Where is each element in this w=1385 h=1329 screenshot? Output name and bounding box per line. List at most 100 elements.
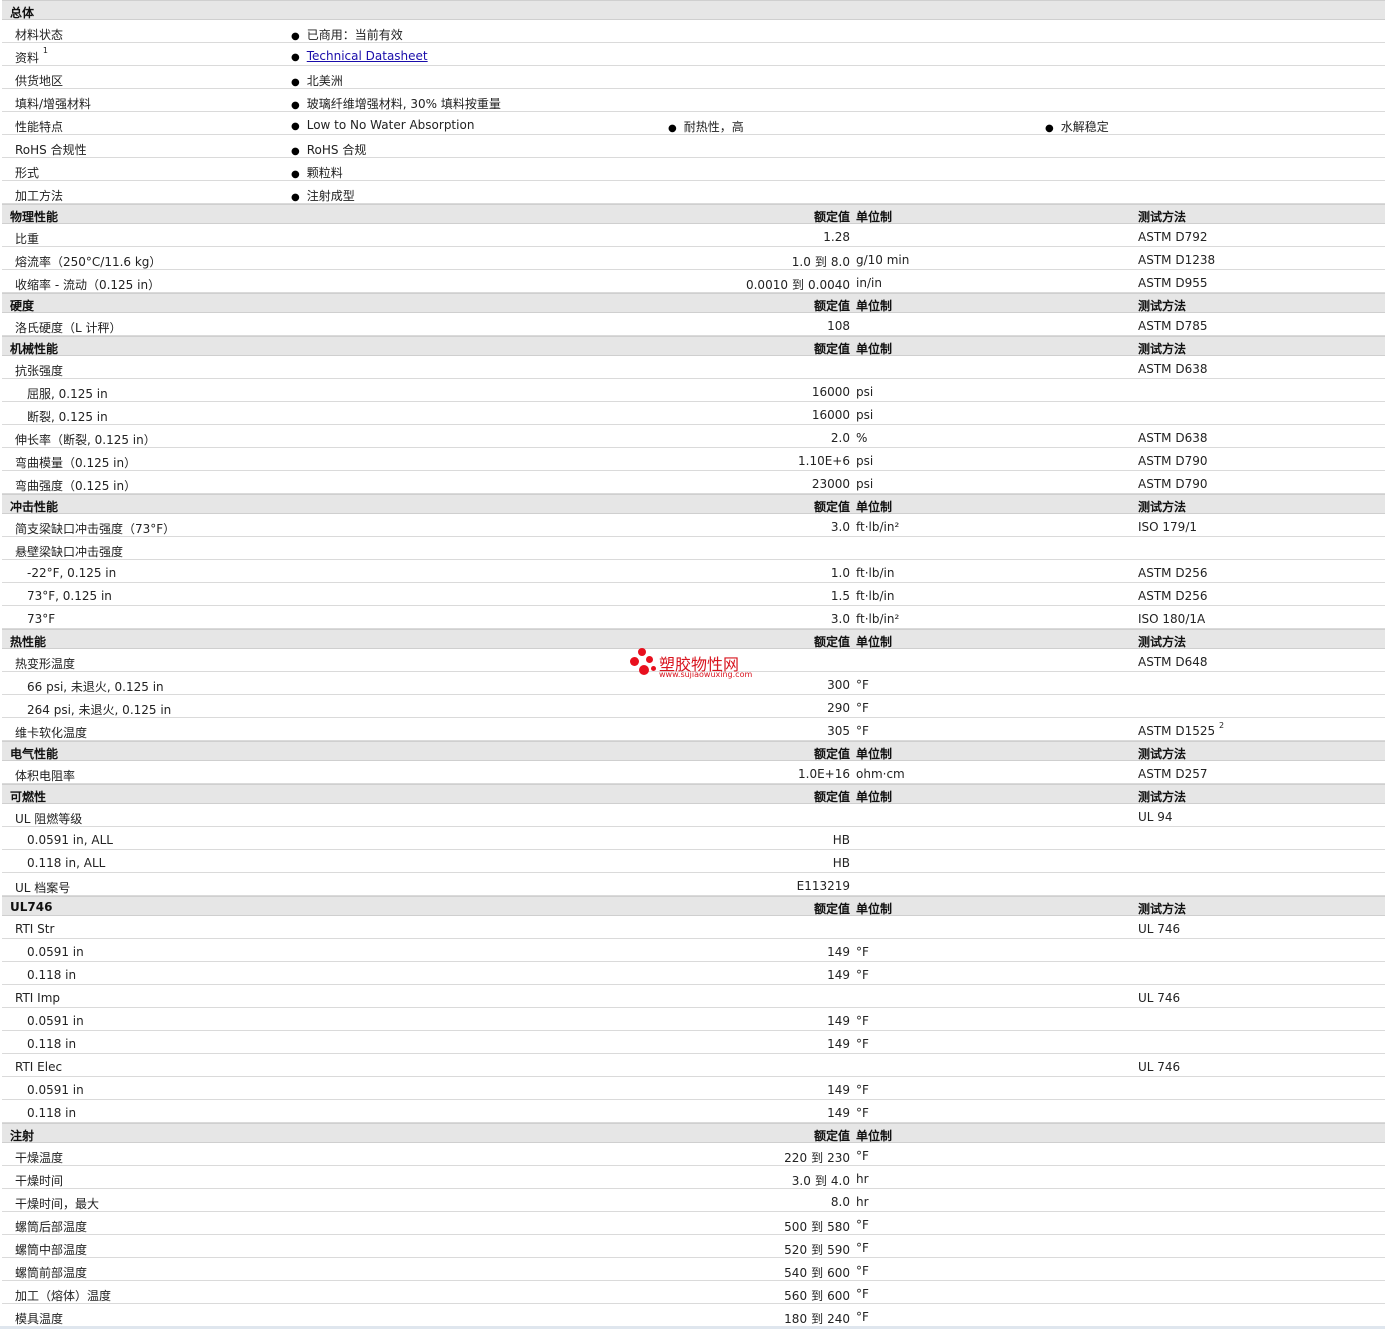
table-row: UL 阻燃等级 UL 94 [2,804,1385,827]
section-header-thermal: 热性能 额定值 单位制 测试方法 [2,629,1385,649]
table-row: 填料/增强材料 玻璃纤维增强材料, 30% 填料按重量 [2,89,1385,112]
row-value: 500 到 580 [784,1220,850,1234]
row-label: RoHS 合规性 [15,143,87,157]
row-unit: % [856,431,868,445]
table-row: 0.118 in 149 °F [2,1031,1385,1054]
row-label: RTI Str [15,922,55,936]
row-value: 3.0 [830,612,850,626]
table-row: RTI Str UL 746 [2,916,1385,939]
table-row: 0.118 in 149 °F [2,1100,1385,1123]
table-row: 体积电阻率 1.0E+16 ohm·cm ASTM D257 [2,761,1385,784]
table-row: 屈服, 0.125 in 16000 psi [2,379,1385,402]
row-unit: psi [856,408,874,422]
table-row: 性能特点 Low to No Water Absorption 耐热性，高 水解… [2,112,1385,135]
column-header-method: 测试方法 [1138,790,1187,804]
table-row: 干燥时间 3.0 到 4.0 hr [2,1166,1385,1189]
bullet-value: 注射成型 [291,187,355,204]
column-header-value: 额定值 [813,635,850,649]
table-row: 73°F, 0.125 in 1.5 ft·lb/in ASTM D256 [2,583,1385,606]
row-unit: °F [856,968,869,982]
column-header-value: 额定值 [813,747,850,761]
row-value: 540 到 600 [784,1266,850,1280]
row-value: 2.0 [830,431,850,445]
row-value: 149 [827,945,850,959]
row-label: 洛氏硬度（L 计秤） [15,321,122,335]
row-value: 149 [827,968,850,982]
watermark-logo: 塑胶物性网 www.sujiaowuxing.com [630,648,770,684]
row-value: HB [832,856,850,870]
technical-datasheet-link[interactable]: Technical Datasheet [307,49,428,63]
section-header-mechanical: 机械性能 额定值 单位制 测试方法 [2,336,1385,356]
section-title: 物理性能 [10,210,59,224]
column-header-value: 额定值 [813,342,850,356]
table-row: 加工（熔体）温度 560 到 600 °F [2,1281,1385,1304]
table-row: 干燥时间，最大 8.0 hr [2,1189,1385,1212]
row-unit: ft·lb/in² [856,612,900,626]
row-label: 熔流率（250°C/11.6 kg） [15,255,162,269]
row-label: 弯曲模量（0.125 in） [15,456,137,470]
table-row: 悬壁梁缺口冲击强度 [2,537,1385,560]
row-method: ASTM D256 [1138,566,1208,580]
row-value: 149 [827,1037,850,1051]
row-value: 108 [827,319,850,333]
column-header-unit: 单位制 [856,790,893,804]
row-value: 560 到 600 [784,1289,850,1303]
bullet-value: 已商用：当前有效 [291,26,403,43]
section-title: 电气性能 [10,747,59,761]
row-value: 1.10E+6 [798,454,850,468]
row-label: UL 档案号 [15,881,71,895]
row-method: ASTM D790 [1138,454,1208,468]
section-header-electrical: 电气性能 额定值 单位制 测试方法 [2,741,1385,761]
row-value: 300 [827,678,850,692]
row-value: 1.0E+16 [798,767,850,781]
table-row: 模具温度 180 到 240 °F [2,1304,1385,1327]
row-label: 0.118 in [27,1106,77,1120]
row-label: 66 psi, 未退火, 0.125 in [27,680,164,694]
table-row: 螺筒前部温度 540 到 600 °F [2,1258,1385,1281]
row-unit: °F [856,678,869,692]
row-label: 0.0591 in, ALL [27,833,113,847]
row-label: 0.0591 in [27,945,84,959]
table-row: 0.0591 in 149 °F [2,1077,1385,1100]
row-method: ASTM D785 [1138,319,1208,333]
row-label: RTI Elec [15,1060,63,1074]
row-unit: in/in [856,276,882,290]
row-unit: hr [856,1172,869,1186]
row-label: 0.118 in [27,968,77,982]
row-label: UL 阻燃等级 [15,812,83,826]
column-header-method: 测试方法 [1138,210,1187,224]
row-unit: °F [856,1310,869,1324]
table-row: 螺筒后部温度 500 到 580 °F [2,1212,1385,1235]
row-value: 520 到 590 [784,1243,850,1257]
column-header-value: 额定值 [813,902,850,916]
table-row: 264 psi, 未退火, 0.125 in 290 °F [2,695,1385,718]
row-unit: °F [856,1149,869,1163]
row-label: 简支梁缺口冲击强度（73°F） [15,522,176,536]
table-row: 伸长率（断裂, 0.125 in） 2.0 % ASTM D638 [2,425,1385,448]
row-unit: °F [856,1264,869,1278]
row-value: 149 [827,1083,850,1097]
table-row: RTI Elec UL 746 [2,1054,1385,1077]
section-title: 总体 [10,6,35,20]
column-header-value: 额定值 [813,210,850,224]
row-method: ASTM D955 [1138,276,1208,290]
row-label: 材料状态 [15,28,64,42]
section-title: UL746 [10,900,53,914]
row-method: ASTM D1525 2 [1138,721,1225,738]
row-label: 加工（熔体）温度 [15,1289,112,1303]
row-label: 加工方法 [15,189,64,203]
table-row: 抗张强度 ASTM D638 [2,356,1385,379]
row-unit: °F [856,945,869,959]
row-label: -22°F, 0.125 in [27,566,117,580]
row-label: 资料 1 [15,46,48,65]
table-row: 形式 颗粒料 [2,158,1385,181]
table-row: 资料 1 Technical Datasheet [2,43,1385,66]
row-value: 3.0 到 4.0 [791,1174,850,1188]
row-value: 16000 [811,408,850,422]
row-label: RTI Imp [15,991,60,1005]
row-label: 热变形温度 [15,657,76,671]
row-label: 0.118 in, ALL [27,856,106,870]
section-title: 热性能 [10,635,47,649]
row-method: UL 746 [1138,1060,1181,1074]
row-label: 伸长率（断裂, 0.125 in） [15,433,156,447]
